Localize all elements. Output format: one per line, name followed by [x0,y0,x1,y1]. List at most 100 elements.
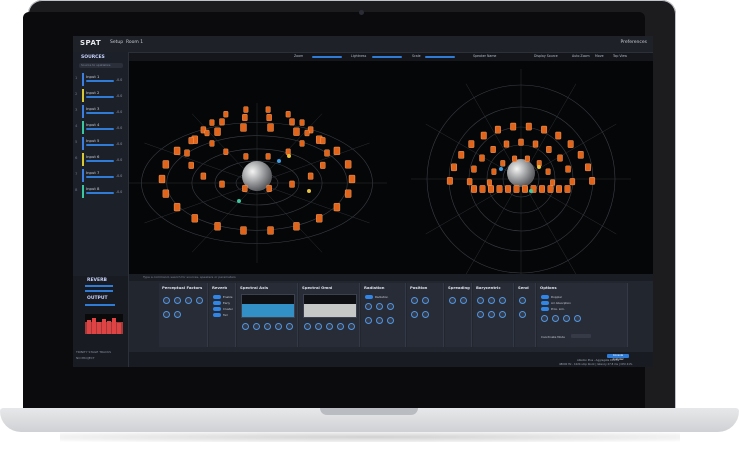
parameter-knob[interactable] [574,315,581,322]
parameter-knob[interactable] [348,323,355,330]
source-item[interactable]: 8 Input 8 -0.0 [73,184,128,200]
toggle-switch[interactable] [541,295,549,299]
reverb-slider[interactable] [85,290,113,292]
spectral-graph[interactable] [303,294,357,318]
parameter-knob[interactable] [365,317,372,324]
toggle-switch[interactable] [541,301,549,305]
left-status-line: TRINITY STAGE TRACKS [76,350,111,354]
move-toggle[interactable]: Move [595,54,604,58]
parameter-knob[interactable] [499,311,506,318]
preferences-button[interactable]: Preferences [621,40,647,45]
parameter-knob[interactable] [163,311,170,318]
parameter-knob[interactable] [365,303,372,310]
source-gain-slider[interactable] [86,128,114,130]
source-item[interactable]: 6 Input 6 -0.0 [73,152,128,168]
coordinate-mode-select[interactable] [571,334,591,338]
reverb-slider[interactable] [85,285,113,287]
grid-spoke [191,182,258,253]
parameter-knob[interactable] [552,315,559,322]
parameter-knob[interactable] [488,297,495,304]
toggle-switch[interactable] [213,313,221,317]
source-number: 5 [75,139,78,144]
parameter-knob[interactable] [337,323,344,330]
parameter-knob[interactable] [196,297,203,304]
source-gain-slider[interactable] [86,112,114,114]
toggle-switch[interactable] [213,307,221,311]
parameter-knob[interactable] [411,297,418,304]
toggle-switch[interactable] [541,307,549,311]
parameter-knob[interactable] [304,323,311,330]
parameter-knob[interactable] [326,323,333,330]
speaker-name-toggle[interactable]: Speaker Name [473,54,496,58]
parameter-section: Barycentric [473,283,514,347]
spectral-graph[interactable] [241,294,295,318]
source-gain-slider[interactable] [86,144,114,146]
source-gain-slider[interactable] [86,96,114,98]
speaker-icon [564,185,571,193]
parameter-knob[interactable] [411,311,418,318]
parameter-knob[interactable] [519,311,526,318]
source-gain-slider[interactable] [86,176,114,178]
speaker-icon [451,163,457,172]
command-bar[interactable]: Type a command, search for sources, spea… [129,274,653,281]
source-gain-slider[interactable] [86,160,114,162]
parameter-knob[interactable] [185,297,192,304]
speaker-icon [173,146,181,155]
zoom-slider[interactable] [312,56,342,58]
spatial-viewer[interactable] [129,61,653,274]
source-item[interactable]: 7 Input 7 -0.0 [73,168,128,184]
parameter-knob[interactable] [376,317,383,324]
source-gain-value: -0.0 [116,190,123,194]
parameter-knob[interactable] [376,303,383,310]
parameter-knob[interactable] [488,311,495,318]
speaker-icon [242,185,248,192]
output-meter [85,314,123,334]
viewer-toolbar: Zoom Lightness Scale Speaker Name Displa… [129,53,653,61]
parameter-knob[interactable] [264,323,271,330]
parameter-knob[interactable] [541,315,548,322]
source-color-stripe [82,121,84,134]
source-filter-input[interactable]: Source to spatialize [79,63,123,68]
source-item[interactable]: 2 Input 2 -0.0 [73,88,128,104]
menu-setup[interactable]: Setup [110,40,123,45]
parameter-knob[interactable] [422,297,429,304]
parameter-knob[interactable] [519,297,526,304]
speaker-icon [479,154,485,162]
top-view-toggle[interactable]: Top View [613,54,627,58]
parameter-knob[interactable] [460,297,467,304]
source-gain-slider[interactable] [86,80,114,82]
parameter-knob[interactable] [563,315,570,322]
section-title: Perceptual Factors [162,285,203,290]
parameter-knob[interactable] [286,323,293,330]
parameter-knob[interactable] [275,323,282,330]
parameter-knob[interactable] [499,297,506,304]
parameter-knob[interactable] [163,297,170,304]
output-slider[interactable] [85,304,115,306]
speaker-icon [265,153,271,160]
menu-room[interactable]: Room 1 [126,40,143,45]
parameter-knob[interactable] [174,297,181,304]
scale-slider[interactable] [425,56,455,58]
source-item[interactable]: 4 Input 4 -0.0 [73,120,128,136]
parameter-knob[interactable] [449,297,456,304]
source-item[interactable]: 1 Input 1 -0.0 [73,72,128,88]
parameter-knob[interactable] [387,303,394,310]
parameter-knob[interactable] [477,297,484,304]
parameter-knob[interactable] [242,323,249,330]
display-source-toggle[interactable]: Display Source [534,54,558,58]
source-item[interactable]: 5 Input 5 -0.0 [73,136,128,152]
toggle-switch[interactable] [213,295,221,299]
parameter-knob[interactable] [387,317,394,324]
source-item[interactable]: 3 Input 3 -0.0 [73,104,128,120]
parameter-knob[interactable] [477,311,484,318]
parameter-knob[interactable] [174,311,181,318]
lightness-slider[interactable] [372,56,402,58]
parameter-knob[interactable] [253,323,260,330]
toggle-switch[interactable] [213,301,221,305]
parameter-knob[interactable] [422,311,429,318]
parameter-knob[interactable] [315,323,322,330]
console-analyzer-button[interactable]: Console Analyzer [607,354,629,361]
auto-zoom-toggle[interactable]: Auto Zoom [572,54,590,58]
toggle-switch[interactable] [365,295,373,299]
source-gain-slider[interactable] [86,192,114,194]
